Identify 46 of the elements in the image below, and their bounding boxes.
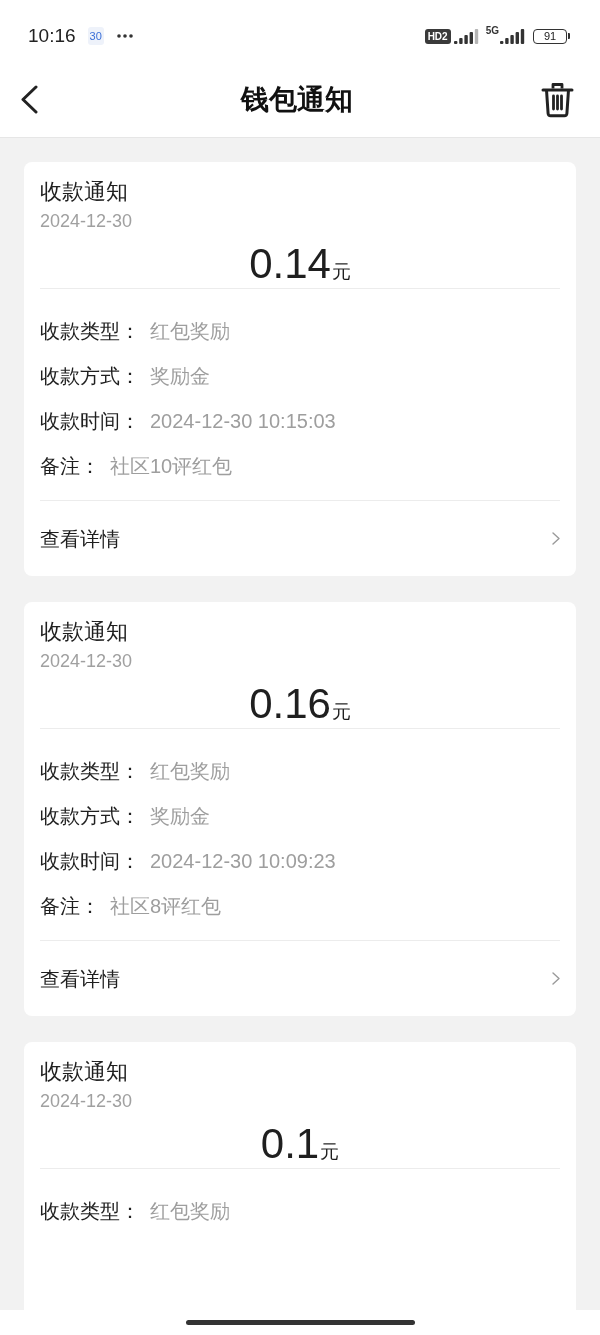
notification-date: 2024-12-30 [40, 650, 134, 672]
field-value: 2024-12-30 10:15:03 [150, 408, 336, 434]
field-value: 奖励金 [150, 803, 210, 829]
field-label: 收款方式： [40, 803, 140, 829]
status-time: 10:16 [28, 24, 76, 48]
battery-indicator: 91 [533, 28, 570, 44]
currency-unit: 元 [320, 1141, 340, 1162]
back-button[interactable] [18, 83, 40, 116]
more-icon [116, 34, 133, 38]
field-value: 红包奖励 [150, 318, 230, 344]
amount-value: 0.1 [260, 1120, 320, 1167]
field-value: 红包奖励 [150, 758, 230, 784]
notification-date: 2024-12-30 [40, 1090, 134, 1112]
amount-value: 0.14 [249, 240, 331, 287]
calendar-badge: 30 [87, 27, 104, 45]
field-value: 2024-12-30 10:09:23 [150, 848, 336, 874]
notification-title: 收款通知 [40, 178, 129, 206]
field-label: 备注： [40, 453, 100, 479]
field-value: 奖励金 [150, 363, 210, 389]
notification-title: 收款通知 [40, 618, 129, 646]
view-details-link[interactable]: 查看详情 [40, 941, 560, 1016]
hd-badge: HD2 [424, 28, 451, 44]
field-value: 红包奖励 [150, 1198, 230, 1224]
view-details-link[interactable]: 查看详情 [40, 501, 560, 576]
signal-icon [453, 28, 479, 44]
currency-unit: 元 [331, 261, 351, 282]
currency-unit: 元 [331, 701, 351, 722]
chevron-right-icon [552, 532, 560, 545]
network-label: 5G [485, 26, 499, 36]
back-icon [20, 85, 38, 114]
page-title: 钱包通知 [241, 82, 353, 117]
field-value: 社区8评红包 [110, 893, 222, 919]
notification-date: 2024-12-30 [40, 210, 134, 232]
field-label: 收款时间： [40, 848, 140, 874]
field-label: 收款方式： [40, 363, 140, 389]
field-label: 收款时间： [40, 408, 140, 434]
notification-title: 收款通知 [40, 1058, 129, 1086]
field-label: 收款类型： [40, 318, 140, 344]
delete-icon [541, 81, 574, 118]
chevron-right-icon [552, 972, 560, 985]
amount-value: 0.16 [249, 680, 331, 727]
signal-icon [500, 28, 525, 44]
field-label: 收款类型： [40, 1198, 140, 1224]
field-label: 收款类型： [40, 758, 140, 784]
field-value: 社区10评红包 [110, 453, 233, 479]
field-label: 备注： [40, 893, 100, 919]
